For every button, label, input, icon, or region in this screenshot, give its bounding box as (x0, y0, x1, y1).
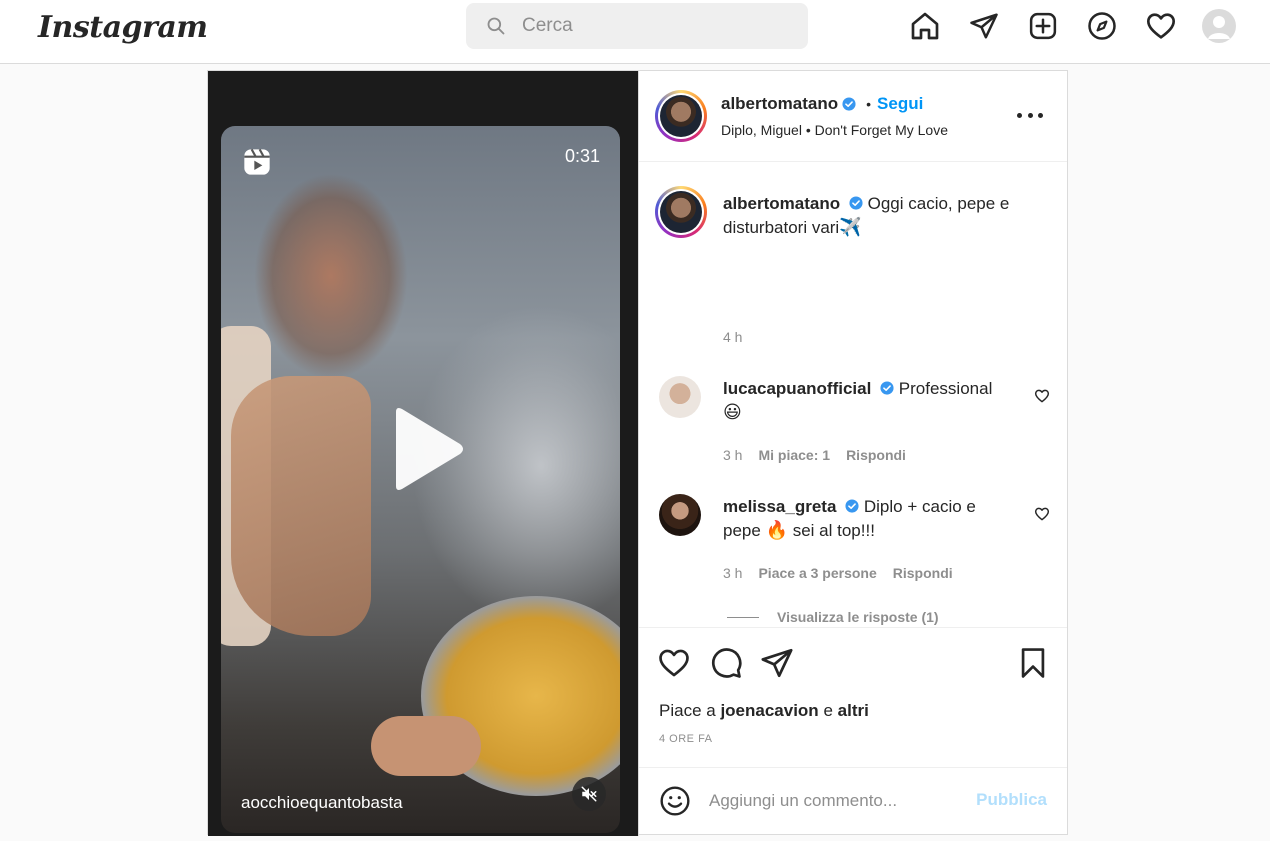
video-duration: 0:31 (564, 146, 600, 166)
comment-avatar[interactable] (659, 494, 701, 536)
more-dot-icon (1027, 112, 1033, 118)
separator-dot: • (866, 96, 872, 112)
video-caption-tag: aocchioequantobasta (241, 793, 403, 812)
play-icon[interactable] (386, 404, 466, 494)
post-actions: Piace a joenacavion e altri 4 ORE FA (639, 627, 1067, 767)
author-username[interactable]: albertomatano (721, 94, 838, 114)
comment-likes[interactable]: Mi piace: 1 (758, 447, 830, 463)
verified-badge-icon (845, 499, 859, 513)
comment-text-block: lucacapuanofficial Professional 😃 (723, 377, 1013, 425)
view-replies-button[interactable]: Visualizza le risposte (1) (727, 609, 939, 625)
comment-username[interactable]: lucacapuanofficial (723, 379, 871, 398)
comment-like-icon[interactable] (1034, 388, 1050, 404)
comment-emoji: 😃 (723, 402, 742, 423)
add-comment-input[interactable] (709, 790, 959, 812)
liked-by-prefix: Piace a (659, 701, 716, 720)
comment-like-icon[interactable] (1034, 506, 1050, 522)
add-comment-bar: Pubblica (639, 767, 1067, 835)
like-icon[interactable] (657, 646, 691, 680)
video-scene-hand (371, 716, 481, 776)
search-box[interactable] (466, 3, 808, 49)
post-header: albertomatano • Segui Diplo, Miguel • Do… (639, 71, 1067, 162)
comment-username[interactable]: melissa_greta (723, 497, 836, 516)
comment-emoji: 🔥 (765, 520, 788, 541)
comment-time[interactable]: 3 h (723, 565, 742, 581)
reply-button[interactable]: Rispondi (893, 565, 953, 581)
caption-meta: 4 h (723, 329, 742, 345)
comment-meta: 3 h Mi piace: 1 Rispondi (723, 447, 906, 463)
caption-avatar[interactable] (655, 186, 707, 238)
comments-list[interactable]: albertomatano Oggi cacio, pepe e disturb… (639, 163, 1067, 626)
caption-emoji: ✈️ (839, 217, 862, 238)
post-media: 0:31 aocchioequantobasta (208, 71, 639, 836)
comment-likes[interactable]: Piace a 3 persone (758, 565, 876, 581)
emoji-icon[interactable] (659, 785, 691, 817)
search-input[interactable] (522, 14, 782, 38)
liked-by-user[interactable]: joenacavion (720, 701, 818, 720)
comment-meta: 3 h Piace a 3 persone Rispondi (723, 565, 953, 581)
more-dot-icon (1017, 112, 1022, 118)
reply-button[interactable]: Rispondi (846, 447, 906, 463)
share-icon[interactable] (760, 646, 794, 680)
instagram-logo[interactable]: Instagram (38, 10, 208, 45)
comment-text: Professional (898, 379, 993, 398)
mute-button[interactable] (572, 777, 606, 811)
caption-username[interactable]: albertomatano (723, 194, 840, 213)
caption-text-block: albertomatano Oggi cacio, pepe e disturb… (723, 192, 1013, 240)
mute-icon (581, 786, 597, 802)
profile-avatar[interactable] (1202, 9, 1236, 43)
reel-video[interactable]: 0:31 aocchioequantobasta (221, 126, 620, 833)
verified-badge-icon (880, 381, 894, 395)
explore-icon[interactable] (1084, 8, 1120, 44)
post-timestamp[interactable]: 4 ORE FA (659, 733, 713, 745)
more-options-button[interactable] (1017, 105, 1043, 125)
verified-badge-icon (842, 97, 856, 111)
follow-button[interactable]: Segui (877, 94, 923, 114)
search-icon (487, 17, 505, 35)
liked-by: Piace a joenacavion e altri (659, 701, 869, 721)
audio-track[interactable]: Diplo, Miguel • Don't Forget My Love (721, 122, 948, 138)
direct-message-icon[interactable] (966, 8, 1002, 44)
liked-by-others[interactable]: altri (838, 701, 869, 720)
view-replies-label: Visualizza le risposte (1) (777, 609, 939, 625)
reels-icon (244, 148, 270, 175)
top-navbar: Instagram (0, 0, 1270, 64)
comment-time[interactable]: 3 h (723, 447, 742, 463)
liked-by-and: e (823, 701, 833, 720)
video-scene-arm (231, 376, 371, 636)
activity-heart-icon[interactable] (1143, 8, 1179, 44)
caption-time[interactable]: 4 h (723, 329, 742, 345)
verified-badge-icon (849, 196, 863, 210)
replies-line (727, 616, 759, 618)
publish-button[interactable]: Pubblica (976, 790, 1047, 810)
author-avatar[interactable] (655, 90, 707, 142)
post-sidebar: albertomatano • Segui Diplo, Miguel • Do… (639, 71, 1069, 836)
more-dot-icon (1038, 112, 1043, 118)
post-card: 0:31 aocchioequantobasta albertomatano •… (207, 70, 1069, 836)
comment-text-continued: sei al top!!! (792, 521, 875, 540)
save-bookmark-icon[interactable] (1016, 646, 1050, 680)
author-row: albertomatano • Segui (721, 94, 923, 114)
comment-avatar[interactable] (659, 376, 701, 418)
new-post-icon[interactable] (1025, 8, 1061, 44)
comment-text-block: melissa_greta Diplo + cacio e pepe 🔥 sei… (723, 495, 1013, 543)
home-icon[interactable] (907, 8, 943, 44)
comment-icon[interactable] (709, 646, 743, 680)
